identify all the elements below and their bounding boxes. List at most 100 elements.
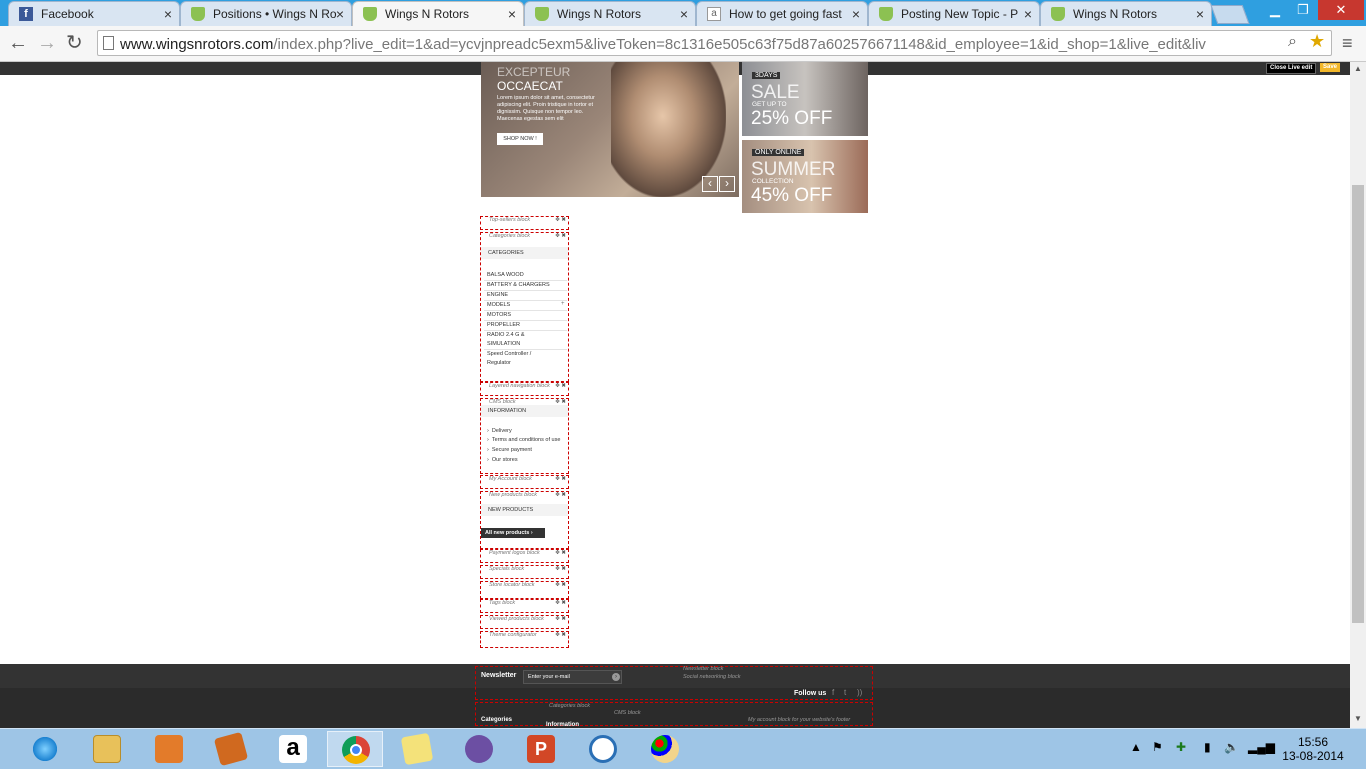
category-link[interactable]: Speed Controller / xyxy=(487,351,531,357)
move-icon[interactable]: ✥ ✖ xyxy=(555,616,566,622)
chrome-icon[interactable] xyxy=(327,731,383,767)
flag-icon[interactable]: ⚑ xyxy=(1152,740,1163,754)
new-products-block[interactable]: New products block ✥ ✖ xyxy=(480,491,569,549)
move-icon[interactable]: ✥ ✖ xyxy=(555,600,566,606)
move-icon[interactable]: ✥ ✖ xyxy=(555,476,566,482)
move-icon[interactable]: ✥ ✖ xyxy=(555,492,566,498)
newsletter-email-input[interactable]: Enter your e-mail › xyxy=(523,670,622,684)
amazon-icon[interactable]: a xyxy=(265,731,321,767)
my-account-block[interactable]: My Account block ✥ ✖ xyxy=(480,475,569,489)
payment-logos-block[interactable]: Payment logos block ✥ ✖ xyxy=(480,549,569,563)
forward-arrow-icon[interactable]: → xyxy=(37,32,57,54)
information-link[interactable]: › Terms and conditions of use xyxy=(487,437,560,443)
new-tab-button[interactable] xyxy=(1210,5,1250,24)
tab-how-to-get-going[interactable]: a How to get going fast × xyxy=(696,1,868,26)
network-status-icon[interactable]: ✚ xyxy=(1176,740,1186,754)
media-app-icon[interactable] xyxy=(141,731,197,767)
category-link[interactable]: BATTERY & CHARGERS xyxy=(487,282,550,288)
link-text: Secure payment xyxy=(491,447,532,453)
tab-wings-n-rotors-3[interactable]: Wings N Rotors × xyxy=(1040,1,1212,26)
save-live-edit-button[interactable]: Save xyxy=(1320,63,1341,72)
category-link[interactable]: Regulator xyxy=(487,360,511,366)
expand-icon[interactable]: + xyxy=(561,301,565,307)
tab-facebook[interactable]: f Facebook × xyxy=(8,1,180,26)
powerpoint-icon[interactable]: P xyxy=(513,731,569,767)
internet-explorer-icon[interactable] xyxy=(17,731,73,767)
search-icon[interactable]: ⌕ xyxy=(1288,33,1297,51)
bookmark-star-icon[interactable]: ★ xyxy=(1309,31,1325,52)
close-live-edit-button[interactable]: Close Live edit xyxy=(1266,63,1317,74)
address-bar[interactable]: www.wingsnrotors.com/index.php?live_edit… xyxy=(97,30,1332,56)
store-locator-block[interactable]: Store locator block ✥ ✖ xyxy=(480,581,569,599)
tray-expand-icon[interactable]: ▲ xyxy=(1130,740,1142,754)
information-link[interactable]: › Secure payment xyxy=(487,447,532,453)
browser-app-icon[interactable] xyxy=(451,731,507,767)
sticky-notes-icon[interactable] xyxy=(389,731,445,767)
system-clock[interactable]: 15:56 13-08-2014 xyxy=(1278,735,1348,763)
move-icon[interactable]: ✥ ✖ xyxy=(555,383,566,389)
move-icon[interactable]: ✥ ✖ xyxy=(555,582,566,588)
promo-banner-summer[interactable]: ONLY ONLINE SUMMER COLLECTION 45% OFF xyxy=(742,140,868,213)
tags-block[interactable]: Tags block ✥ ✖ xyxy=(480,599,569,613)
tab-wings-n-rotors-2[interactable]: Wings N Rotors × xyxy=(524,1,696,26)
restore-icon[interactable]: ❐ xyxy=(1290,0,1316,20)
submit-icon[interactable]: › xyxy=(612,673,620,681)
move-icon[interactable]: ✥ ✖ xyxy=(555,632,566,638)
tab-positions[interactable]: Positions • Wings N Ro × xyxy=(180,1,352,26)
promo-banner-sale[interactable]: 3DAYS SALE GET UP TO 25% OFF xyxy=(742,62,868,136)
specials-block[interactable]: Specials block ✥ ✖ xyxy=(480,565,569,579)
menu-icon[interactable]: ≡ xyxy=(1342,32,1353,54)
slider-next-button[interactable]: › xyxy=(719,176,735,192)
volume-icon[interactable]: 🔈 xyxy=(1224,740,1239,754)
close-icon[interactable]: × xyxy=(164,2,172,26)
information-link[interactable]: › Our stores xyxy=(487,457,518,463)
reload-icon[interactable]: ↻ xyxy=(66,32,83,54)
category-link[interactable]: ENGINE xyxy=(487,292,508,298)
minimize-icon[interactable]: ▁ xyxy=(1262,0,1288,20)
all-new-products-button[interactable]: All new products › xyxy=(481,528,545,538)
tab-posting-new-topic[interactable]: Posting New Topic - P × xyxy=(868,1,1040,26)
block-label: Top-sellers block xyxy=(489,217,531,223)
topsellers-block[interactable]: Top-sellers block ✥ ✖ xyxy=(480,216,569,230)
web-page: Close Live edit Save EXCEPTEUR OCCAECAT … xyxy=(0,62,1350,728)
scroll-up-icon[interactable]: ▲ xyxy=(1354,64,1362,73)
clock-app-icon[interactable] xyxy=(575,731,631,767)
category-link[interactable]: PROPELLER xyxy=(487,322,520,328)
clock-time: 15:56 xyxy=(1297,735,1329,749)
category-link[interactable]: MODELS xyxy=(487,302,510,308)
layered-navigation-block[interactable]: Layered navigation block ✥ ✖ xyxy=(480,382,569,396)
theme-configurator-block[interactable]: Theme configurator ✥ ✖ xyxy=(480,631,569,648)
window-close-icon[interactable]: ✕ xyxy=(1318,0,1364,20)
scrollbar-thumb[interactable] xyxy=(1352,185,1364,623)
facebook-icon[interactable]: f xyxy=(832,688,834,697)
close-icon[interactable]: × xyxy=(852,2,860,26)
back-arrow-icon[interactable]: ← xyxy=(8,32,28,54)
tab-strip: f Facebook × Positions • Wings N Ro × Wi… xyxy=(0,0,1366,26)
file-explorer-icon[interactable] xyxy=(79,731,135,767)
move-icon[interactable]: ✥ ✖ xyxy=(555,233,566,239)
close-icon[interactable]: × xyxy=(680,2,688,26)
move-icon[interactable]: ✥ ✖ xyxy=(555,217,566,223)
rss-icon[interactable]: )) xyxy=(857,688,862,697)
scroll-down-icon[interactable]: ▼ xyxy=(1354,714,1362,723)
close-icon[interactable]: × xyxy=(1196,2,1204,26)
shop-now-button[interactable]: SHOP NOW ! xyxy=(497,133,543,145)
tab-wings-n-rotors-active[interactable]: Wings N Rotors × xyxy=(352,1,524,26)
signal-icon[interactable]: ▂▄▆ xyxy=(1248,740,1275,754)
move-icon[interactable]: ✥ ✖ xyxy=(555,550,566,556)
move-icon[interactable]: ✥ ✖ xyxy=(555,566,566,572)
category-link[interactable]: BALSA WOOD xyxy=(487,272,524,278)
close-icon[interactable]: × xyxy=(1024,2,1032,26)
slider-prev-button[interactable]: ‹ xyxy=(702,176,718,192)
information-link[interactable]: › Delivery xyxy=(487,428,512,434)
close-icon[interactable]: × xyxy=(508,2,516,26)
close-icon[interactable]: × xyxy=(336,2,344,26)
twitter-icon[interactable]: t xyxy=(844,688,846,697)
battery-icon[interactable]: ▮ xyxy=(1204,740,1211,754)
category-link[interactable]: SIMULATION xyxy=(487,341,520,347)
paint-icon[interactable] xyxy=(637,731,693,767)
video-app-icon[interactable] xyxy=(203,731,259,767)
viewed-products-block[interactable]: Viewed products block ✥ ✖ xyxy=(480,615,569,629)
category-link[interactable]: MOTORS xyxy=(487,312,511,318)
category-link[interactable]: RADIO 2.4 G & xyxy=(487,332,525,338)
